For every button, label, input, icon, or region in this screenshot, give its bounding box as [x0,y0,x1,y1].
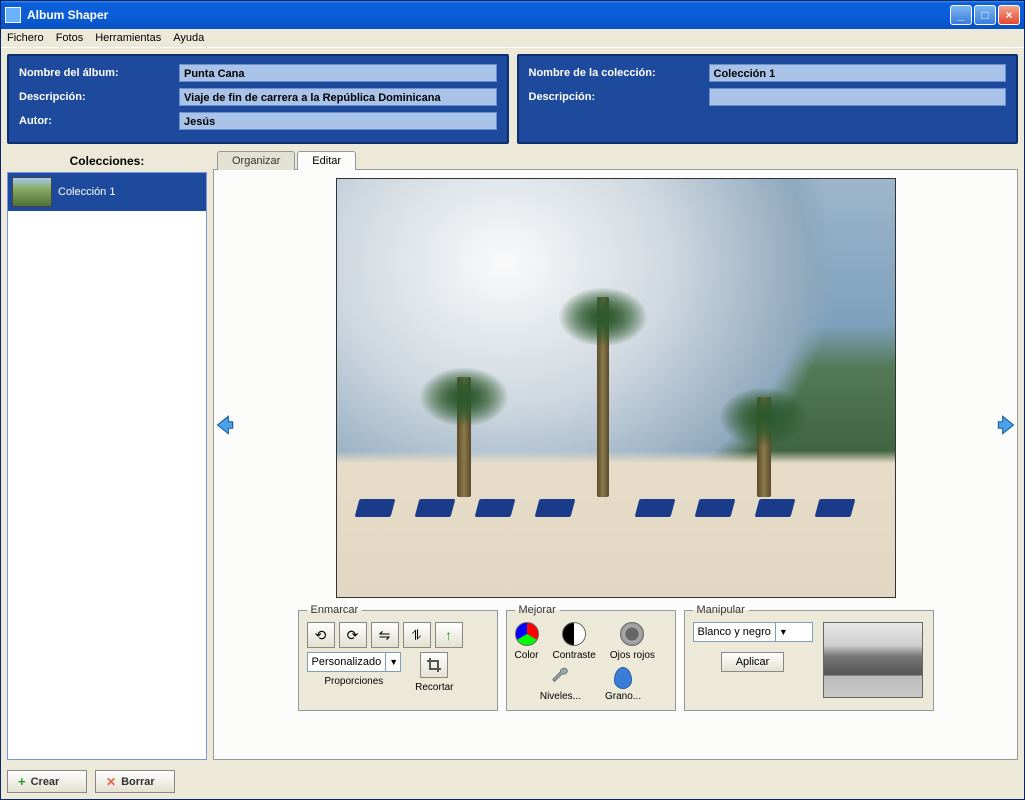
aspect-select-value: Personalizado [312,656,382,668]
album-author-label: Autor: [19,115,169,127]
cross-icon: ✕ [106,775,116,789]
grain-label: Grano... [605,691,641,702]
tab-editar[interactable]: Editar [297,151,356,170]
contrast-icon [562,622,586,646]
rotate-left-button[interactable]: ⟲ [307,622,335,648]
arrow-up-icon: ↑ [445,627,452,643]
delete-label: Borrar [121,776,155,788]
titlebar: Album Shaper _ □ × [1,1,1024,29]
manipulate-legend: Manipular [693,604,749,616]
collection-item-label: Colección 1 [58,186,115,198]
album-desc-field[interactable]: Viaje de fin de carrera a la República D… [179,88,497,106]
delete-button[interactable]: ✕ Borrar [95,770,175,793]
collection-name-label: Nombre de la colección: [529,67,699,79]
collection-info-panel: Nombre de la colección: Colección 1 Desc… [517,54,1019,144]
menu-fichero[interactable]: Fichero [7,32,44,44]
close-icon: × [1005,8,1012,22]
effect-select[interactable]: Blanco y negro ▼ [693,622,813,642]
prev-photo-button[interactable] [213,410,239,440]
minimize-button[interactable]: _ [950,5,972,25]
enhance-toolgroup: Mejorar Color Contraste [506,604,676,711]
chevron-down-icon: ▼ [385,653,398,671]
tabs: Organizar Editar [213,150,1018,169]
effect-select-value: Blanco y negro [698,626,771,638]
collection-desc-label: Descripción: [529,91,699,103]
canvas-area: Enmarcar ⟲ ⟳ ⇋ ⥮ ↑ Personalizado [213,169,1018,760]
wrench-icon [549,665,571,687]
arrow-left-icon [213,412,237,438]
collection-thumb-icon [12,177,52,207]
next-photo-button[interactable] [992,410,1018,440]
album-name-field[interactable]: Punta Cana [179,64,497,82]
recortar-label: Recortar [415,682,453,693]
bottom-bar: + Crear ✕ Borrar [1,766,1024,799]
manipulate-toolgroup: Manipular Blanco y negro ▼ Aplicar [684,604,934,711]
drop-icon [614,667,632,689]
redeye-icon [620,622,644,646]
maximize-button[interactable]: □ [974,5,996,25]
rotate-right-button[interactable]: ⟳ [339,622,367,648]
album-desc-label: Descripción: [19,91,169,103]
proporciones-label: Proporciones [324,676,383,687]
flip-vertical-button[interactable]: ⥮ [403,622,431,648]
main-panel: Organizar Editar [213,150,1018,760]
close-button[interactable]: × [998,5,1020,25]
frame-toolgroup: Enmarcar ⟲ ⟳ ⇋ ⥮ ↑ Personalizado [298,604,498,711]
app-window: Album Shaper _ □ × Fichero Fotos Herrami… [0,0,1025,800]
window-title: Album Shaper [27,8,950,22]
plus-icon: + [18,774,26,789]
effect-preview [823,622,923,698]
color-button[interactable]: Color [515,622,539,661]
sidebar-header: Colecciones: [7,150,207,172]
redeye-label: Ojos rojos [610,650,655,661]
window-buttons: _ □ × [950,5,1020,25]
tab-organizar[interactable]: Organizar [217,151,295,170]
contrast-button[interactable]: Contraste [553,622,596,661]
color-label: Color [515,650,539,661]
aspect-select[interactable]: Personalizado ▼ [307,652,402,672]
rotate-right-icon: ⟳ [347,627,359,644]
photo-preview [336,178,896,598]
arrow-right-icon [994,412,1018,438]
info-panels: Nombre del álbum: Punta Cana Descripción… [1,48,1024,150]
apply-button[interactable]: Aplicar [721,652,785,672]
album-info-panel: Nombre del álbum: Punta Cana Descripción… [7,54,509,144]
tool-area: Enmarcar ⟲ ⟳ ⇋ ⥮ ↑ Personalizado [218,604,1013,713]
enhance-legend: Mejorar [515,604,560,616]
create-button[interactable]: + Crear [7,770,87,793]
flip-v-icon: ⥮ [411,627,421,644]
contrast-label: Contraste [553,650,596,661]
album-name-label: Nombre del álbum: [19,67,169,79]
flip-horizontal-button[interactable]: ⇋ [371,622,399,648]
crop-button[interactable] [420,652,448,678]
collections-list: Colección 1 [7,172,207,760]
menubar: Fichero Fotos Herramientas Ayuda [1,29,1024,48]
collection-name-field[interactable]: Colección 1 [709,64,1007,82]
minimize-icon: _ [958,8,965,22]
grain-button[interactable]: Grano... [605,665,641,702]
collection-desc-field[interactable] [709,88,1007,106]
flip-h-icon: ⇋ [379,627,391,644]
app-icon [5,7,21,23]
collection-item[interactable]: Colección 1 [8,173,206,211]
create-label: Crear [31,776,60,788]
menu-fotos[interactable]: Fotos [56,32,84,44]
chevron-down-icon: ▼ [775,623,788,641]
crop-icon [426,657,442,673]
maximize-icon: □ [981,8,988,22]
levels-button[interactable]: Niveles... [540,665,581,702]
menu-ayuda[interactable]: Ayuda [173,32,204,44]
rotate-left-icon: ⟲ [315,627,327,644]
levels-label: Niveles... [540,691,581,702]
menu-herramientas[interactable]: Herramientas [95,32,161,44]
frame-legend: Enmarcar [307,604,363,616]
color-wheel-icon [515,622,539,646]
content-area: Colecciones: Colección 1 Organizar Edita… [1,150,1024,766]
album-author-field[interactable]: Jesús [179,112,497,130]
sidebar: Colecciones: Colección 1 [7,150,207,760]
upright-button[interactable]: ↑ [435,622,463,648]
redeye-button[interactable]: Ojos rojos [610,622,655,661]
